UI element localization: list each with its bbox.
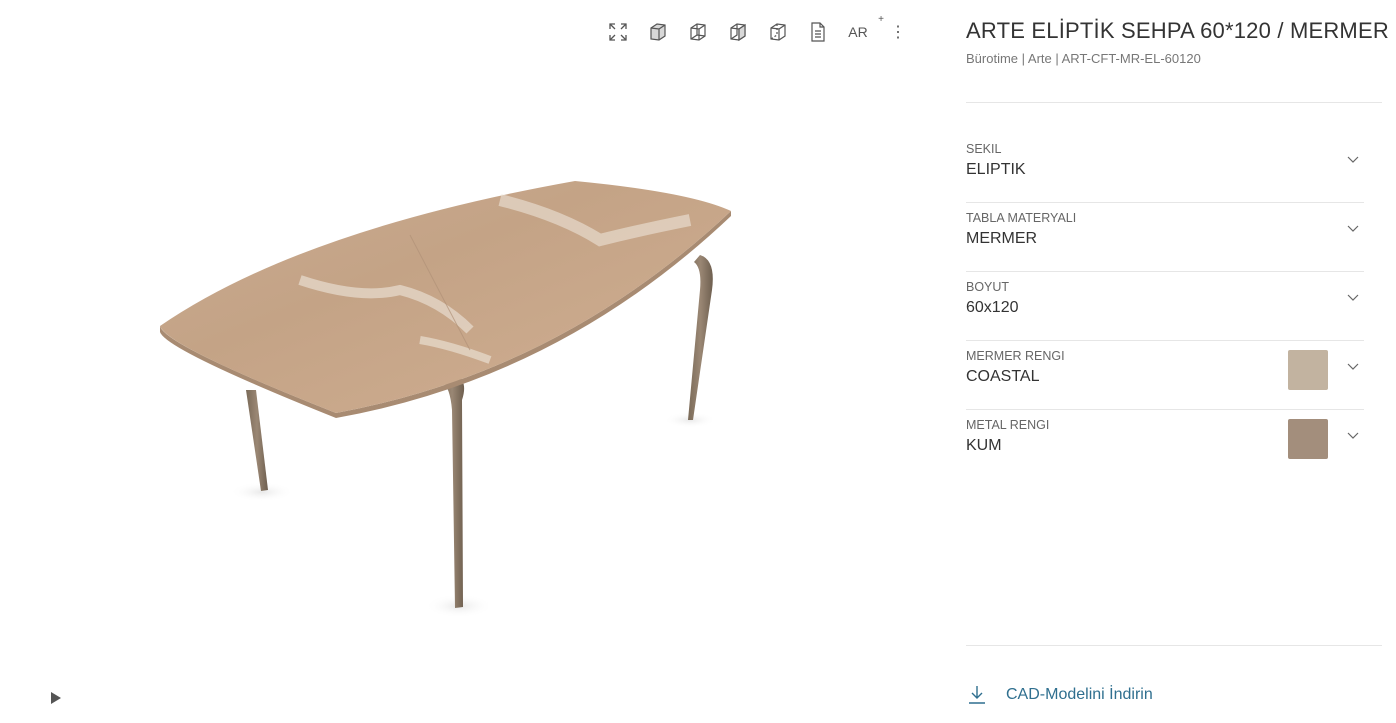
cube-half-icon[interactable] xyxy=(718,20,758,44)
option-value: 60x120 xyxy=(966,299,1019,316)
viewer-toolbar: AR + ⋮ xyxy=(598,14,918,44)
table-leg xyxy=(440,372,465,608)
option-label: SEKIL xyxy=(966,142,1002,156)
ar-button[interactable]: AR + xyxy=(838,14,884,44)
cad-download-label: CAD-Modelini İndirin xyxy=(1006,686,1153,703)
divider xyxy=(966,645,1382,646)
product-subtitle: Bürotime | Arte | ART-CFT-MR-EL-60120 xyxy=(966,51,1201,66)
fullscreen-icon[interactable] xyxy=(598,20,638,44)
table-leg xyxy=(246,390,268,491)
option-label: MERMER RENGI xyxy=(966,349,1065,363)
option-value: MERMER xyxy=(966,230,1038,247)
metal-color-swatch[interactable] xyxy=(1288,419,1328,459)
ar-label: AR xyxy=(848,24,868,40)
option-boyut[interactable]: BOYUT 60x120 xyxy=(966,272,1364,341)
product-title: ARTE ELİPTİK SEHPA 60*120 / MERMER xyxy=(966,18,1389,43)
chevron-down-icon[interactable] xyxy=(1346,359,1360,373)
option-value: ELIPTIK xyxy=(966,161,1026,178)
divider xyxy=(966,102,1382,103)
option-tabla-materyali[interactable]: TABLA MATERYALI MERMER xyxy=(966,203,1364,272)
cube-outline-icon[interactable] xyxy=(758,20,798,44)
option-label: BOYUT xyxy=(966,280,1010,294)
chevron-down-icon[interactable] xyxy=(1346,152,1360,166)
product-3d-render[interactable] xyxy=(0,0,940,723)
option-metal-rengi[interactable]: METAL RENGI KUM xyxy=(966,410,1364,478)
cube-wireframe-icon[interactable] xyxy=(678,20,718,44)
chevron-down-icon[interactable] xyxy=(1346,290,1360,304)
option-value: KUM xyxy=(966,437,1002,454)
marble-color-swatch[interactable] xyxy=(1288,350,1328,390)
chevron-down-icon[interactable] xyxy=(1346,428,1360,442)
3d-viewer[interactable]: AR + ⋮ xyxy=(0,0,940,723)
cube-solid-icon[interactable] xyxy=(638,20,678,44)
option-label: METAL RENGI xyxy=(966,418,1050,432)
option-label: TABLA MATERYALI xyxy=(966,211,1077,225)
document-icon[interactable] xyxy=(798,20,838,44)
option-sekil[interactable]: SEKIL ELIPTIK xyxy=(966,134,1364,203)
more-options-icon[interactable]: ⋮ xyxy=(878,20,918,44)
option-value: COASTAL xyxy=(966,368,1040,385)
download-icon xyxy=(969,686,985,704)
chevron-down-icon[interactable] xyxy=(1346,221,1360,235)
ar-plus-icon: + xyxy=(878,14,884,25)
option-mermer-rengi[interactable]: MERMER RENGI COASTAL xyxy=(966,341,1364,410)
play-icon[interactable] xyxy=(48,690,64,706)
table-leg xyxy=(688,255,713,420)
cad-download-link[interactable]: CAD-Modelini İndirin xyxy=(966,684,1153,706)
